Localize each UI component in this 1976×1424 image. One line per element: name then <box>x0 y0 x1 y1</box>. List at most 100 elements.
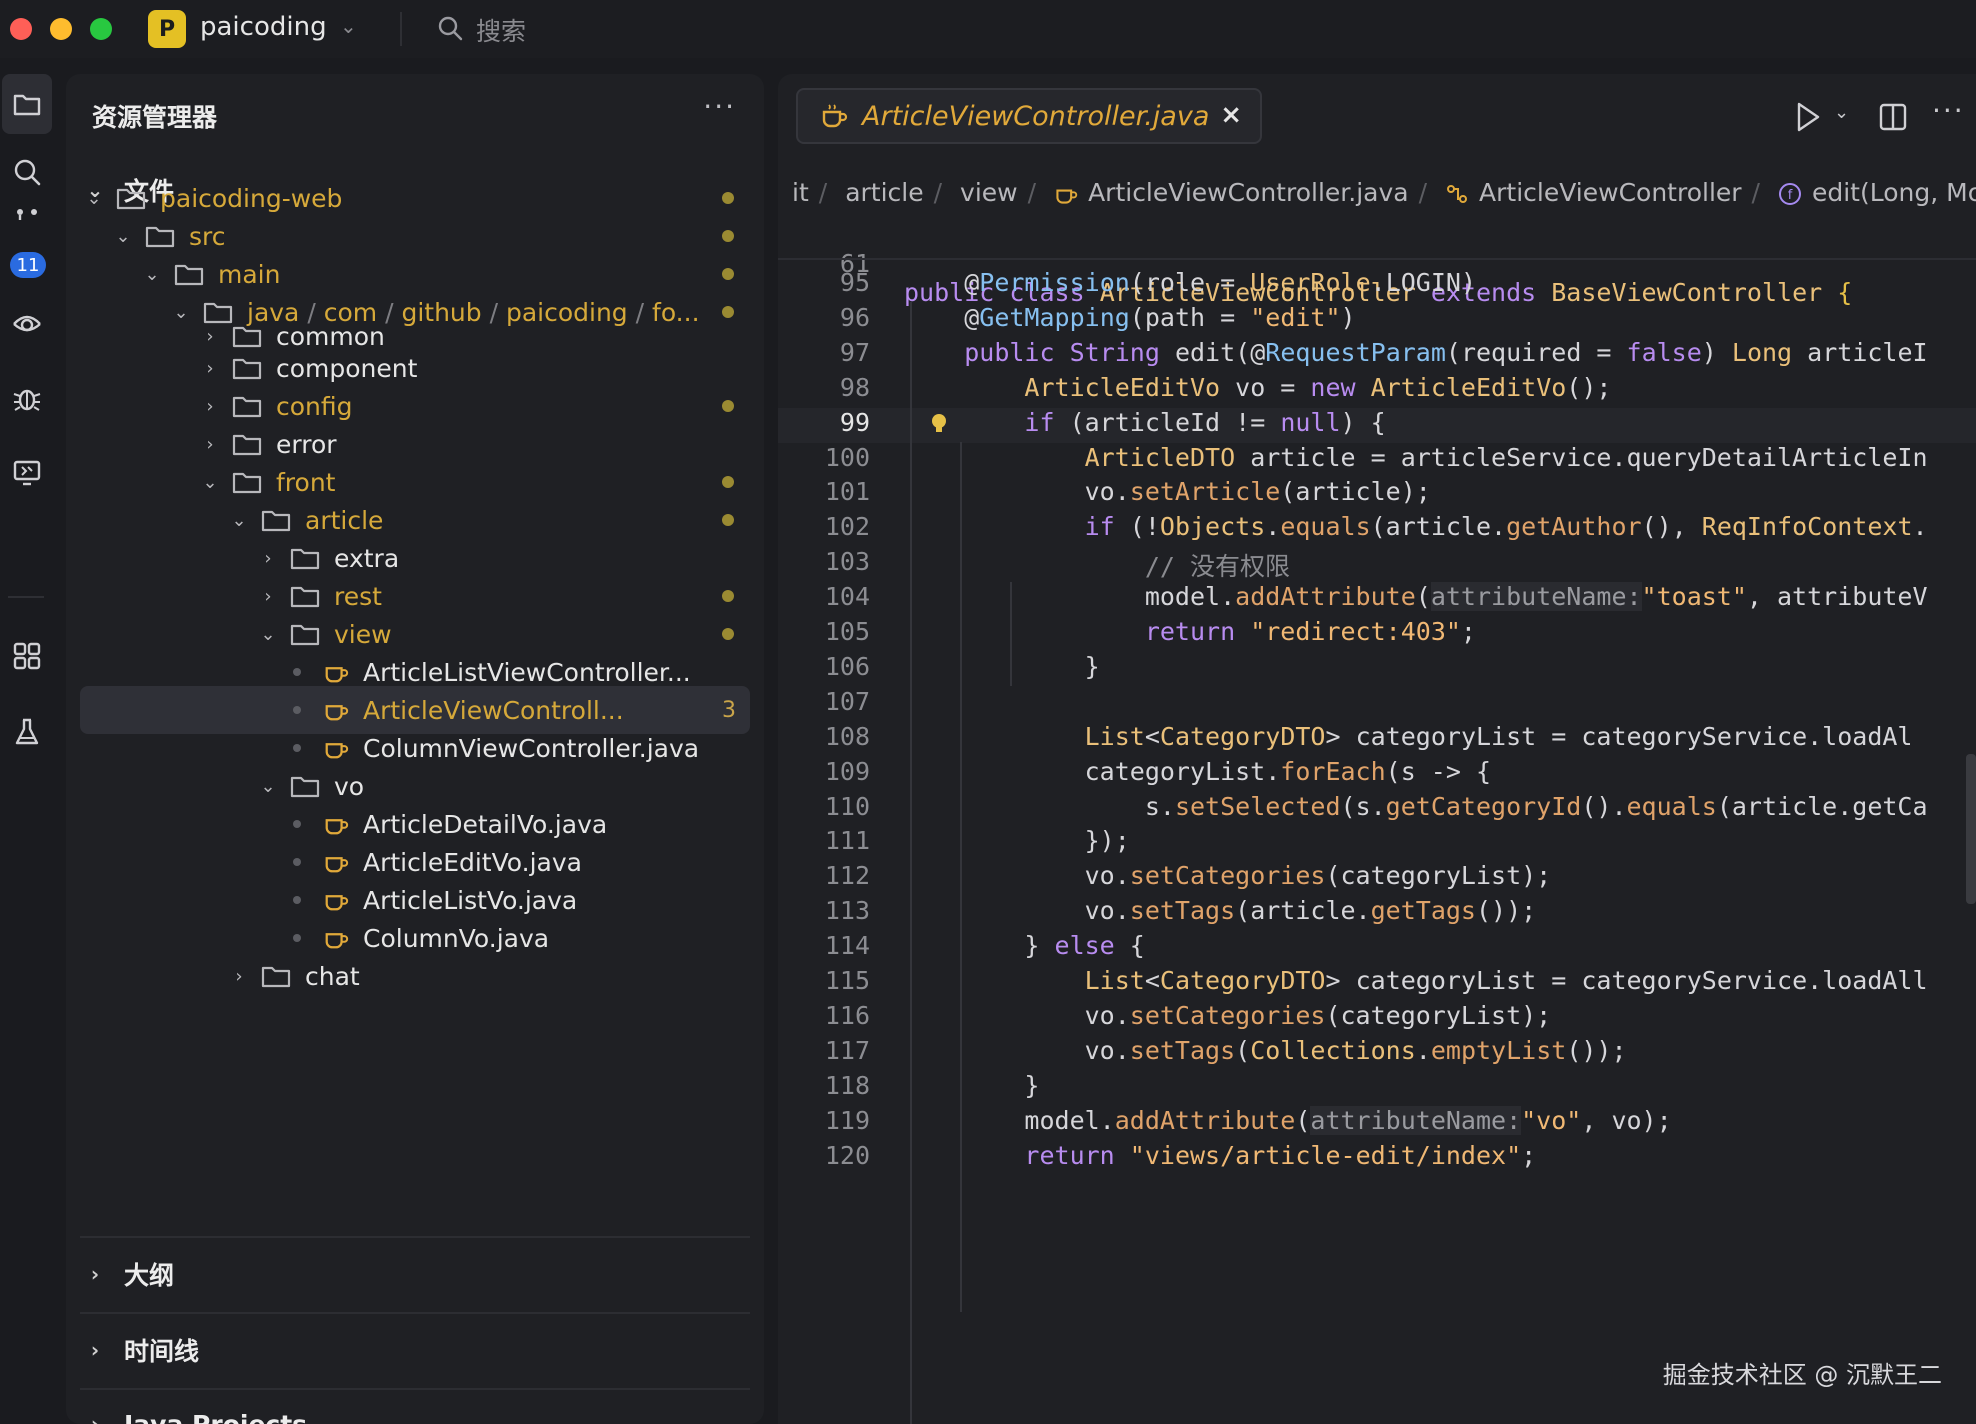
run-icon[interactable] <box>1794 100 1822 134</box>
chevron-down-icon[interactable]: ⌄ <box>111 226 135 247</box>
chevron-down-icon[interactable]: ⌄ <box>1834 102 1849 123</box>
chevron-down-icon[interactable]: ⌄ <box>140 264 164 285</box>
search-box[interactable]: 搜索 <box>476 12 526 48</box>
split-editor-icon[interactable] <box>1878 102 1908 132</box>
code-line[interactable]: 102 if (!Objects.equals(article.getAutho… <box>778 512 1976 547</box>
chevron-down-icon[interactable]: ⌄ <box>256 776 280 797</box>
divider <box>80 1236 750 1238</box>
outline-section-header[interactable]: › 大纲 <box>78 1254 174 1294</box>
code-line[interactable]: 103 // 没有权限 <box>778 547 1976 582</box>
code-line[interactable]: 96 @GetMapping(path = "edit") <box>778 303 1976 338</box>
tree-dot <box>293 744 301 752</box>
tree-item-label: ArticleListViewController... <box>363 657 691 687</box>
code-line[interactable]: 109 categoryList.forEach(s -> { <box>778 757 1976 792</box>
code-line[interactable]: 106 } <box>778 652 1976 687</box>
tree-item-label: paicoding-web <box>160 183 343 213</box>
tree-item-label: error <box>276 429 337 459</box>
chevron-right-icon[interactable]: › <box>198 434 222 455</box>
more-actions-button[interactable]: ··· <box>1932 94 1965 127</box>
folder-icon <box>232 396 262 418</box>
divider <box>80 1312 750 1314</box>
line-number: 100 <box>824 442 870 472</box>
chevron-down-icon[interactable]: ⌄ <box>340 14 357 38</box>
source-control-button[interactable] <box>2 190 52 250</box>
code-line[interactable]: 110 s.setSelected(s.getCategoryId().equa… <box>778 792 1976 827</box>
project-switcher[interactable]: paicoding <box>200 12 327 42</box>
code-line[interactable]: 113 vo.setTags(article.getTags()); <box>778 896 1976 931</box>
chevron-down-icon[interactable]: ⌄ <box>256 624 280 645</box>
chevron-down-icon[interactable]: ⌄ <box>227 510 251 531</box>
breadcrumb-class[interactable]: ArticleViewController <box>1445 178 1742 207</box>
remote-window-button[interactable] <box>2 442 52 502</box>
code-line[interactable]: 115 List<CategoryDTO> categoryList = cat… <box>778 966 1976 1001</box>
code-line[interactable]: 104 model.addAttribute(attributeName:"to… <box>778 582 1976 617</box>
breadcrumb-item[interactable]: view <box>960 178 1018 207</box>
tree-dot <box>293 706 301 714</box>
code-line[interactable]: 111 }); <box>778 826 1976 861</box>
editor-scrollbar[interactable] <box>1966 754 1976 904</box>
testing-button[interactable] <box>2 702 52 762</box>
java-projects-section-label: Java Projects <box>124 1409 308 1424</box>
chevron-right-icon[interactable]: › <box>198 358 222 379</box>
divider <box>80 1388 750 1390</box>
maximize-window-button[interactable] <box>90 18 112 40</box>
explorer-view-button[interactable] <box>2 74 52 134</box>
timeline-section-header[interactable]: › 时间线 <box>78 1330 199 1370</box>
code-line[interactable]: 105 return "redirect:403"; <box>778 617 1976 652</box>
code-line[interactable]: 98 ArticleEditVo vo = new ArticleEditVo(… <box>778 373 1976 408</box>
code-text: } else { <box>904 931 1145 961</box>
more-actions-button[interactable]: ··· <box>703 90 736 123</box>
remote-explorer-button[interactable] <box>2 292 52 352</box>
tree-folder-item[interactable]: › chat <box>66 952 764 1000</box>
code-text: vo.setCategories(categoryList); <box>904 1000 1552 1030</box>
code-line[interactable]: 120 return "views/article-edit/index"; <box>778 1141 1976 1176</box>
code-line[interactable]: 95 @Permission(role = UserRole.LOGIN) <box>778 268 1976 303</box>
extensions-button[interactable] <box>2 626 52 686</box>
code-line[interactable]: 118 } <box>778 1071 1976 1106</box>
tab-bar: ArticleViewController.java × ⌄ ··· <box>778 74 1976 164</box>
search-icon[interactable] <box>436 14 464 42</box>
code-line[interactable]: 99 if (articleId != null) { <box>778 407 1976 443</box>
java-projects-section-header[interactable]: › Java Projects <box>78 1404 307 1424</box>
code-line[interactable]: 100 ArticleDTO article = articleService.… <box>778 443 1976 478</box>
code-text: vo.setArticle(article); <box>904 477 1431 507</box>
tree-item-label: src <box>189 221 226 251</box>
chevron-down-icon[interactable]: ⌄ <box>82 188 106 209</box>
search-icon <box>14 159 41 186</box>
close-icon[interactable]: × <box>1220 100 1242 130</box>
line-number: 101 <box>824 477 870 507</box>
tree-item-label: ArticleEditVo.java <box>363 847 582 877</box>
code-area[interactable]: 61 public class ArticleViewController ex… <box>778 220 1976 1424</box>
code-line[interactable]: 107 <box>778 687 1976 722</box>
breadcrumb-file[interactable]: ArticleViewController.java <box>1054 178 1409 207</box>
close-window-button[interactable] <box>10 18 32 40</box>
breadcrumb-item[interactable]: it <box>792 178 809 207</box>
chevron-down-icon[interactable]: ⌄ <box>198 472 222 493</box>
code-line[interactable]: 112 vo.setCategories(categoryList); <box>778 861 1976 896</box>
code-line[interactable]: 116 vo.setCategories(categoryList); <box>778 1001 1976 1036</box>
breadcrumb-method[interactable]: f edit(Long, Mode <box>1778 178 1976 207</box>
chevron-right-icon[interactable]: › <box>256 548 280 569</box>
java-file-icon <box>822 104 848 128</box>
breadcrumb-item[interactable]: article <box>845 178 923 207</box>
sticky-scroll-line[interactable]: 61 public class ArticleViewController ex… <box>778 220 1976 307</box>
code-text: model.addAttribute(attributeName:"vo", v… <box>904 1105 1672 1135</box>
code-line[interactable]: 117 vo.setTags(Collections.emptyList()); <box>778 1036 1976 1071</box>
explorer-title: 资源管理器 <box>92 103 218 132</box>
chevron-right-icon[interactable]: › <box>198 396 222 417</box>
java-file-icon <box>325 857 349 873</box>
chevron-right-icon: › <box>90 1412 100 1424</box>
debug-button[interactable] <box>2 368 52 428</box>
project-icon[interactable]: P <box>148 10 186 48</box>
code-line[interactable]: 108 List<CategoryDTO> categoryList = cat… <box>778 722 1976 757</box>
chevron-right-icon[interactable]: › <box>227 966 251 987</box>
source-control-badge: 11 <box>10 252 46 278</box>
minimize-window-button[interactable] <box>50 18 72 40</box>
code-line[interactable]: 119 model.addAttribute(attributeName:"vo… <box>778 1105 1976 1141</box>
chevron-right-icon[interactable]: › <box>256 586 280 607</box>
folder-icon <box>261 510 291 532</box>
tab-article-view-controller[interactable]: ArticleViewController.java × <box>796 88 1262 144</box>
code-line[interactable]: 101 vo.setArticle(article); <box>778 477 1976 512</box>
code-line[interactable]: 97 public String edit(@RequestParam(requ… <box>778 338 1976 373</box>
code-line[interactable]: 114 } else { <box>778 931 1976 966</box>
